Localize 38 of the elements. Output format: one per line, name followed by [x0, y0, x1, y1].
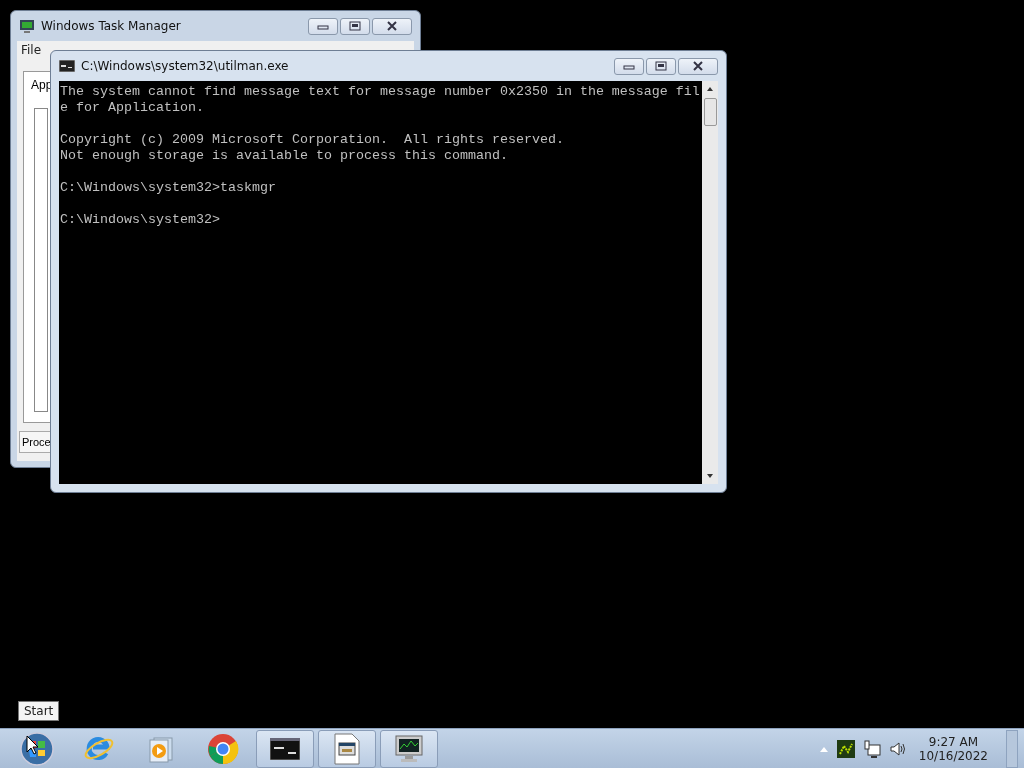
maximize-icon	[349, 21, 361, 31]
taskbar-button[interactable]	[318, 729, 376, 768]
window-title: Windows Task Manager	[41, 19, 181, 33]
scrollbar[interactable]	[702, 81, 718, 484]
close-button[interactable]	[678, 57, 718, 75]
network-icon[interactable]	[862, 739, 881, 758]
taskbar-button[interactable]	[256, 729, 314, 768]
close-icon	[692, 61, 704, 71]
menu-item[interactable]: File	[21, 43, 42, 61]
console-icon	[59, 60, 75, 72]
scroll-thumb[interactable]	[703, 98, 717, 126]
maximize-button[interactable]	[340, 17, 370, 35]
processes-button[interactable]: Proce	[19, 431, 51, 453]
minimize-icon	[623, 62, 635, 70]
start-orb-icon	[20, 731, 54, 766]
volume-icon[interactable]	[888, 739, 907, 758]
console-line: Copyright (c) 2009 Microsoft Corporation. All rights reserved.	[60, 132, 565, 148]
clock-time[interactable]: 9:27 AM	[928, 734, 979, 749]
console-icon	[270, 737, 300, 760]
console-line: C:\Windows\system32>	[60, 212, 221, 228]
taskbar-button[interactable]	[380, 729, 438, 768]
monitor-icon	[19, 18, 35, 34]
minimize-icon	[317, 22, 329, 30]
close-icon	[386, 21, 398, 31]
console-line: e for Application.	[60, 100, 205, 116]
maximize-icon	[655, 61, 667, 71]
tray-app-icon[interactable]	[836, 739, 855, 758]
clock-date[interactable]: 10/16/2022	[918, 748, 988, 763]
console-line: The system cannot find message text for message number 0x2350 in the message fil	[60, 84, 701, 100]
close-button[interactable]	[372, 17, 412, 35]
monitor-icon	[393, 733, 425, 764]
console-line: Not enough storage is available to process this command.	[60, 148, 509, 164]
start-tooltip: Start	[18, 701, 60, 721]
console-line: C:\Windows\system32>taskmgr	[60, 180, 277, 196]
chrome-icon	[207, 732, 239, 765]
window-title: C:\Windows\system32\utilman.exe	[81, 59, 289, 73]
maximize-button[interactable]	[646, 57, 676, 75]
document-icon	[334, 732, 360, 765]
